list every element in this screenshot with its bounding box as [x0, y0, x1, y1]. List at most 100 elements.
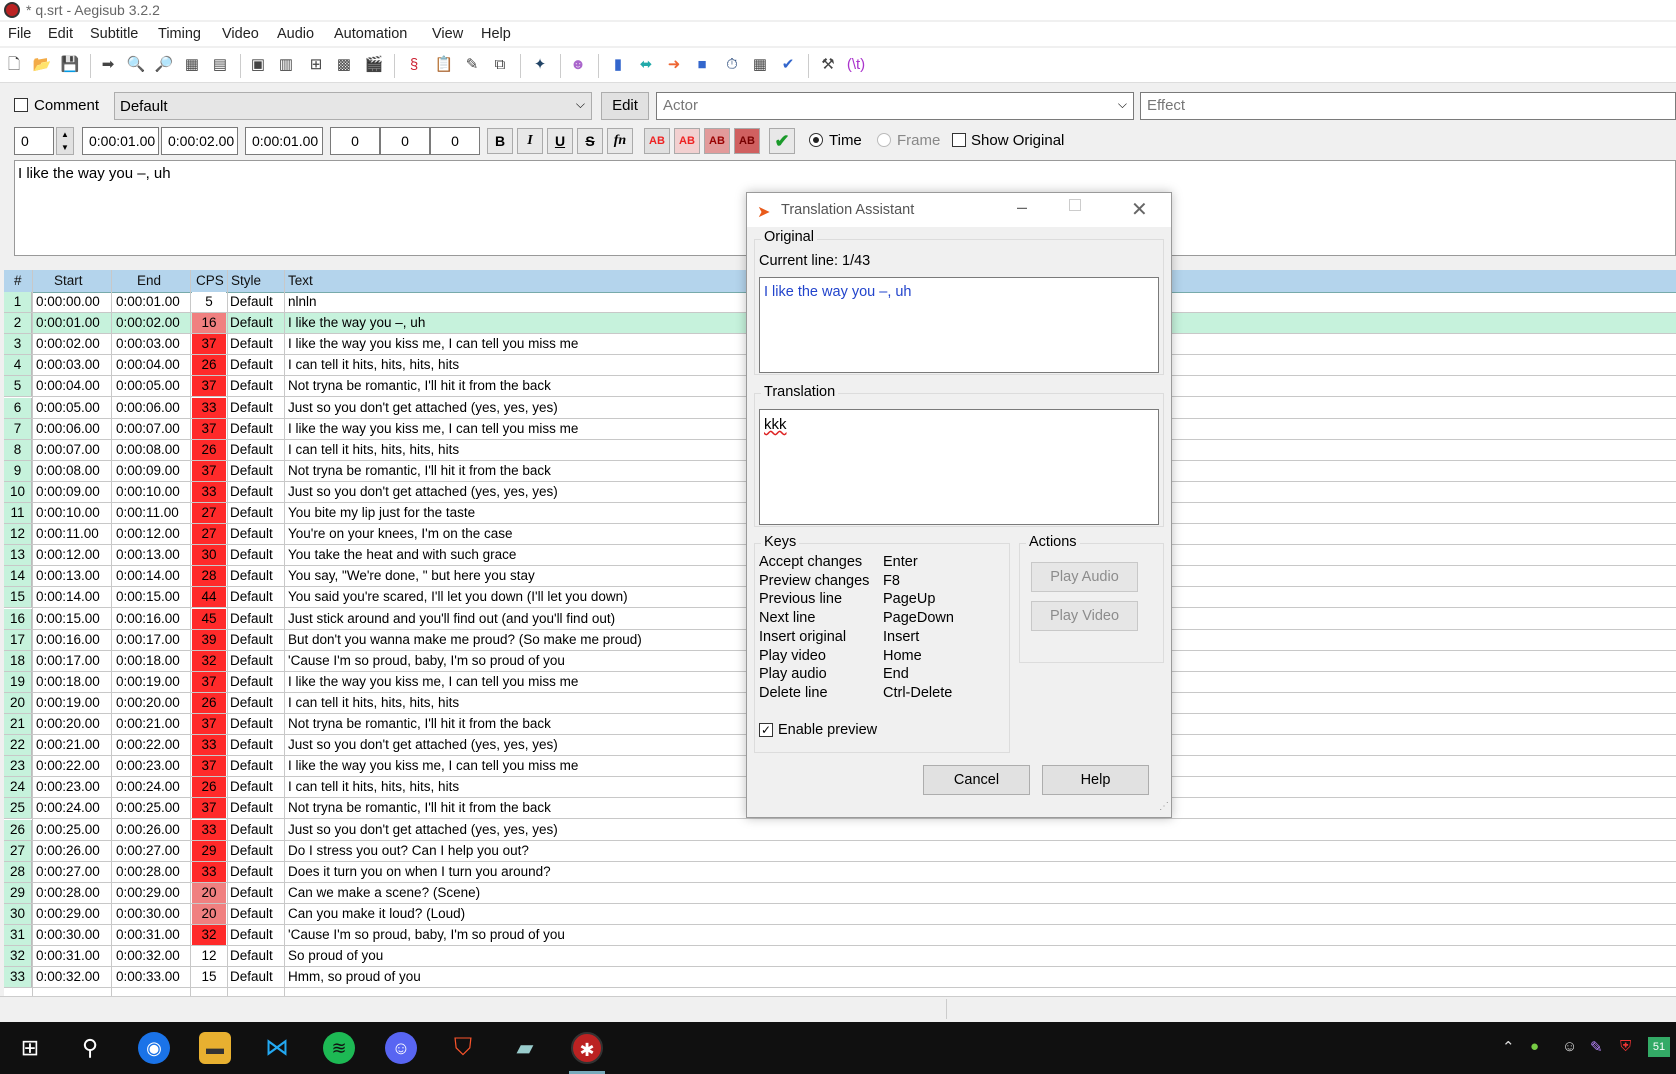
file-explorer-icon[interactable]: ▬ — [199, 1032, 231, 1064]
menu-audio[interactable]: Audio — [277, 26, 314, 42]
video-open-icon[interactable]: ▦ — [182, 55, 202, 75]
strikeout-button[interactable]: S — [577, 128, 603, 154]
row-cps: 37 — [192, 376, 226, 397]
end-time-field[interactable]: 0:00:02.00 — [161, 127, 238, 155]
enable-preview-checkbox[interactable]: ✓ — [759, 723, 773, 737]
script-icon[interactable]: 📋 — [434, 55, 454, 75]
start-time-field[interactable]: 0:00:01.00 — [82, 127, 159, 155]
copy-icon[interactable]: ⧉ — [490, 55, 510, 75]
time-radio[interactable] — [809, 133, 823, 147]
header-num: # — [14, 273, 22, 288]
tray-badge[interactable]: 51 — [1648, 1037, 1670, 1057]
margin-left-field[interactable]: 0 — [330, 127, 380, 155]
shadow-color-button[interactable]: AB — [734, 128, 760, 154]
layer-field[interactable]: 0 — [14, 127, 54, 155]
cancel-button[interactable]: Cancel — [923, 765, 1030, 795]
video-close-icon[interactable]: ▤ — [210, 55, 230, 75]
minimize-icon[interactable]: – — [1017, 197, 1027, 218]
notepad-icon[interactable]: ▰ — [509, 1032, 541, 1064]
table-row[interactable]: 32 0:00:31.00 0:00:32.00 12 Default So proud … — [4, 946, 1676, 968]
menu-subtitle[interactable]: Subtitle — [90, 26, 138, 42]
table-row[interactable]: 28 0:00:27.00 0:00:28.00 33 Default Does it t… — [4, 861, 1676, 883]
comment-checkbox[interactable] — [14, 98, 28, 112]
original-text-box[interactable]: I like the way you –, uh — [759, 277, 1159, 373]
translation-text-box[interactable]: kkk — [759, 409, 1159, 525]
show-original-checkbox[interactable] — [952, 133, 966, 147]
save-icon[interactable]: 💾 — [60, 55, 80, 75]
style-select[interactable]: Default ⌵ — [114, 92, 592, 120]
effect-field[interactable]: Effect — [1140, 92, 1676, 120]
snap-end-icon[interactable]: ⬌ — [636, 55, 656, 75]
snap-start-icon[interactable]: ▮ — [608, 55, 628, 75]
style-manager-icon[interactable]: ▣ — [248, 55, 268, 75]
menu-help[interactable]: Help — [481, 26, 511, 42]
discord-tray-icon[interactable]: ☺ — [1562, 1038, 1577, 1055]
chrome-icon[interactable]: ◉ — [138, 1032, 170, 1064]
play-audio-button[interactable]: Play Audio — [1031, 562, 1138, 592]
search-icon[interactable]: ⚲ — [74, 1032, 106, 1064]
mascot-icon[interactable]: ☻ — [568, 55, 588, 75]
zoom-out-icon[interactable]: 🔎 — [154, 55, 174, 75]
zoom-in-icon[interactable]: 🔍 — [126, 55, 146, 75]
frame-radio[interactable] — [877, 133, 891, 147]
help-button[interactable]: Help — [1042, 765, 1149, 795]
menu-edit[interactable]: Edit — [48, 26, 73, 42]
chevron-up-icon[interactable]: ⌃ — [1502, 1038, 1515, 1056]
actor-field[interactable]: Actor ⌵ — [656, 92, 1134, 120]
spotify-icon[interactable]: ≋ — [323, 1032, 355, 1064]
close-icon[interactable]: ✕ — [1131, 197, 1148, 222]
tag-icon[interactable]: (\t) — [846, 55, 866, 75]
timer-icon[interactable]: ⏱ — [722, 55, 742, 75]
play-video-button[interactable]: Play Video — [1031, 601, 1138, 631]
table-row[interactable]: 30 0:00:29.00 0:00:30.00 20 Default Can you m… — [4, 903, 1676, 925]
stop-icon[interactable]: ■ — [692, 55, 712, 75]
spellcheck-icon[interactable]: ✔ — [778, 55, 798, 75]
windows-start-icon[interactable]: ⊞ — [14, 1032, 46, 1064]
vscode-icon[interactable]: ⋈ — [261, 1032, 293, 1064]
row-text: Not tryna be romantic, I'll hit it from … — [288, 378, 551, 394]
table-row[interactable]: 31 0:00:30.00 0:00:31.00 32 Default 'Cause I'… — [4, 925, 1676, 946]
table-row[interactable]: 26 0:00:25.00 0:00:26.00 33 Default Just so y… — [4, 819, 1676, 841]
menu-automation[interactable]: Automation — [334, 26, 407, 42]
menu-video[interactable]: Video — [222, 26, 259, 42]
secondary-color-button[interactable]: AB — [674, 128, 700, 154]
automation-icon[interactable]: § — [404, 55, 424, 75]
discord-icon[interactable]: ☺ — [385, 1032, 417, 1064]
font-button[interactable]: fn — [607, 128, 633, 154]
pencil-icon[interactable]: ✎ — [462, 55, 482, 75]
fonts-collector-icon[interactable]: ▩ — [334, 55, 354, 75]
margin-right-field[interactable]: 0 — [380, 127, 430, 155]
aegisub-taskbar-icon[interactable]: ✱ — [571, 1032, 603, 1064]
table-row[interactable]: 33 0:00:32.00 0:00:33.00 15 Default Hmm, so p… — [4, 967, 1676, 989]
puzzle-icon[interactable]: ✦ — [530, 55, 550, 75]
bold-button[interactable]: B — [487, 128, 513, 154]
brave-icon[interactable]: ⛉ — [447, 1032, 479, 1064]
new-file-icon[interactable]: 🗋 — [4, 55, 24, 75]
menu-timing[interactable]: Timing — [158, 26, 201, 42]
layer-spinner[interactable]: ▲ ▼ — [56, 127, 74, 155]
shift-times-icon[interactable]: ➜ — [664, 55, 684, 75]
edit-style-button[interactable]: Edit — [601, 92, 649, 120]
table-row[interactable]: 29 0:00:28.00 0:00:29.00 20 Default Can we ma… — [4, 882, 1676, 904]
tools-icon[interactable]: ⚒ — [818, 55, 838, 75]
primary-color-button[interactable]: AB — [644, 128, 670, 154]
italic-button[interactable]: I — [517, 128, 543, 154]
clapper-icon[interactable]: 🎬 — [364, 55, 384, 75]
commit-checkmark-icon[interactable]: ✔ — [769, 128, 795, 154]
menu-view[interactable]: View — [432, 26, 463, 42]
duration-field[interactable]: 0:00:01.00 — [245, 127, 323, 155]
shield-icon[interactable]: ⛨ — [1620, 1038, 1631, 1055]
jump-icon[interactable]: ➡ — [98, 55, 118, 75]
open-folder-icon[interactable]: 📂 — [32, 55, 52, 75]
margin-vertical-field[interactable]: 0 — [430, 127, 480, 155]
outline-color-button[interactable]: AB — [704, 128, 730, 154]
underline-button[interactable]: U — [547, 128, 573, 154]
attachments-icon[interactable]: ⊞ — [306, 55, 326, 75]
network-globe-icon[interactable]: ● — [1530, 1038, 1539, 1055]
feather-icon[interactable]: ✎ — [1590, 1038, 1603, 1056]
menu-file[interactable]: File — [8, 26, 31, 42]
table-row[interactable]: 27 0:00:26.00 0:00:27.00 29 Default Do I stre… — [4, 840, 1676, 862]
resize-grip-icon[interactable]: ⋰ — [1159, 801, 1169, 812]
timing-postprocessor-icon[interactable]: ▦ — [750, 55, 770, 75]
properties-icon[interactable]: ▥ — [276, 55, 296, 75]
